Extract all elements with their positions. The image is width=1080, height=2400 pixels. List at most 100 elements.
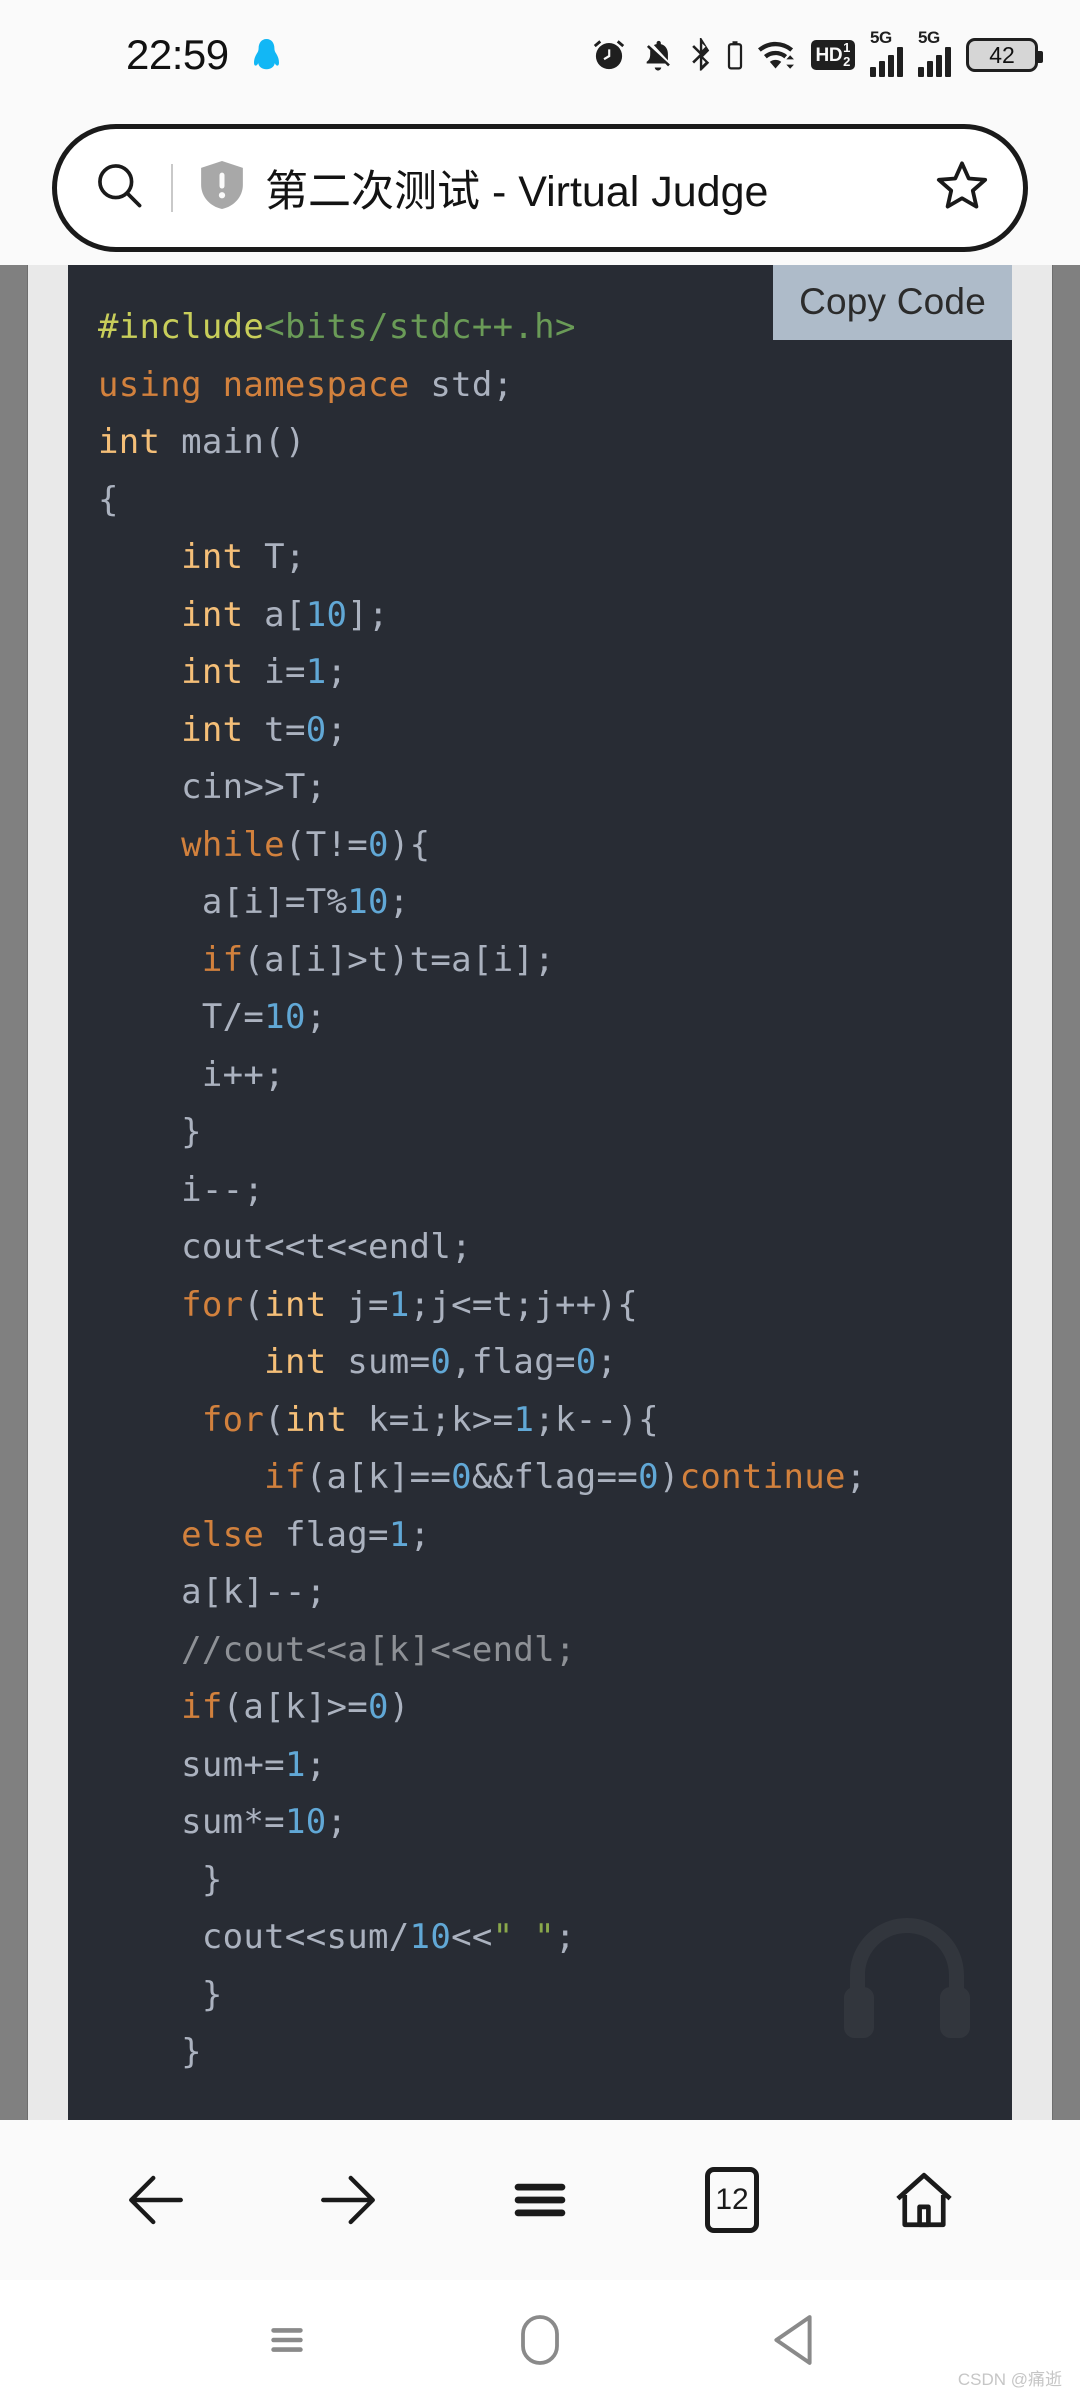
code-token: i++; <box>98 1054 285 1095</box>
code-token: int <box>181 594 244 635</box>
back-triangle-icon[interactable] <box>738 2295 848 2385</box>
code-token: int <box>284 1399 348 1440</box>
home-icon[interactable] <box>864 2140 984 2260</box>
code-token: (a[k]>= <box>222 1687 369 1727</box>
code-token: ; <box>305 997 327 1037</box>
browser-navigation-bar: 12 <box>0 2120 1080 2280</box>
code-token: flag= <box>264 1514 389 1555</box>
code-token: T; <box>243 537 306 577</box>
search-icon[interactable] <box>93 159 145 216</box>
menu-icon[interactable] <box>480 2140 600 2260</box>
code-token: 1 <box>513 1399 535 1440</box>
code-token: << <box>451 1917 493 1957</box>
back-icon[interactable] <box>96 2140 216 2260</box>
code-token: 1 <box>305 652 327 692</box>
code-token: { <box>98 479 119 520</box>
url-bar[interactable]: 第二次测试 - Virtual Judge <box>52 123 1028 252</box>
code-token: } <box>98 2032 202 2072</box>
code-token: ; <box>388 882 410 922</box>
code-line: int T; <box>98 529 1012 587</box>
code-token: main() <box>160 422 306 462</box>
shield-warning-icon[interactable] <box>201 161 243 214</box>
tabs-icon[interactable]: 12 <box>672 2140 792 2260</box>
code-token: 1 <box>284 1744 306 1785</box>
code-token: ; <box>409 1514 431 1555</box>
code-token: 10 <box>305 594 348 635</box>
csdn-watermark: CSDN @痛逝 <box>957 2370 1062 2389</box>
code-token: //cout<<a[k]<<endl; <box>181 1629 576 1670</box>
code-token: using namespace <box>98 364 410 405</box>
code-token: <bits/stdc++.h> <box>264 307 576 347</box>
code-token: int <box>264 1342 327 1382</box>
bluetooth-battery-icon <box>727 40 743 70</box>
code-token: } <box>98 1112 202 1152</box>
code-token: continue <box>679 1457 846 1497</box>
code-line: int t=0; <box>98 702 1012 760</box>
code-token: 1 <box>388 1284 410 1325</box>
code-token: for <box>181 1284 244 1325</box>
status-bar-left: 22:59 <box>126 31 280 79</box>
code-token: int <box>181 652 244 692</box>
code-token: (T!= <box>284 824 369 865</box>
code-line: a[k]--; <box>98 1564 1012 1622</box>
code-token: ;k--){ <box>534 1399 659 1440</box>
code-line: } <box>98 1852 1012 1910</box>
code-line: if(a[k]>=0) <box>98 1679 1012 1737</box>
alarm-icon <box>592 38 626 72</box>
code-block: Copy Code #include<bits/stdc++.h> using n… <box>68 265 1012 2120</box>
code-token: 0 <box>305 709 327 750</box>
code-line: T/=10; <box>98 989 1012 1047</box>
code-line: while(T!=0){ <box>98 817 1012 875</box>
code-token: std; <box>409 364 514 405</box>
code-token: a[i]=T% <box>98 882 348 922</box>
code-line: else flag=1; <box>98 1507 1012 1565</box>
code-token: else <box>181 1514 265 1555</box>
code-line: } <box>98 2024 1012 2082</box>
star-outline-icon[interactable] <box>935 158 989 217</box>
code-token: cin>>T; <box>98 767 327 807</box>
code-token: 0 <box>638 1457 659 1497</box>
code-token: int <box>264 1284 327 1325</box>
left-scroll-overlay[interactable] <box>0 265 28 2120</box>
code-token: ,flag= <box>451 1342 576 1382</box>
forward-icon[interactable] <box>288 2140 408 2260</box>
code-token: sum= <box>326 1342 431 1382</box>
recents-icon[interactable] <box>232 2295 342 2385</box>
code-token: ; <box>326 709 348 750</box>
home-pill-icon[interactable] <box>485 2295 595 2385</box>
code-line: for(int k=i;k>=1;k--){ <box>98 1392 1012 1450</box>
code-token: i--; <box>98 1169 265 1210</box>
code-token: 0 <box>368 824 389 865</box>
code-token: t= <box>243 709 306 750</box>
code-token: sum+= <box>98 1744 285 1785</box>
signal-5g-sim1-icon: 5G <box>870 29 903 77</box>
code-token: 0 <box>368 1687 389 1727</box>
code-token: k=i;k>= <box>347 1399 514 1440</box>
volte-hd-label: HD <box>815 44 843 66</box>
right-scroll-overlay[interactable] <box>1052 265 1080 2120</box>
code-line: for(int j=1;j<=t;j++){ <box>98 1277 1012 1335</box>
code-line: i--; <box>98 1162 1012 1220</box>
code-token: if <box>264 1457 306 1497</box>
code-token: ; <box>326 652 348 692</box>
bluetooth-icon <box>690 38 712 72</box>
code-token: i= <box>243 652 306 692</box>
code-lines[interactable]: #include<bits/stdc++.h> using namespace s… <box>68 299 1012 2082</box>
code-token: 0 <box>575 1342 597 1382</box>
code-token: 10 <box>264 997 306 1037</box>
code-line: } <box>98 1104 1012 1162</box>
url-bar-container: 第二次测试 - Virtual Judge <box>0 110 1080 265</box>
page-title: 第二次测试 - Virtual Judge <box>265 167 769 216</box>
code-token: ; <box>554 1917 576 1957</box>
copy-code-button[interactable]: Copy Code <box>773 265 1012 340</box>
code-token: 10 <box>284 1802 327 1842</box>
code-token: ; <box>326 1802 348 1842</box>
